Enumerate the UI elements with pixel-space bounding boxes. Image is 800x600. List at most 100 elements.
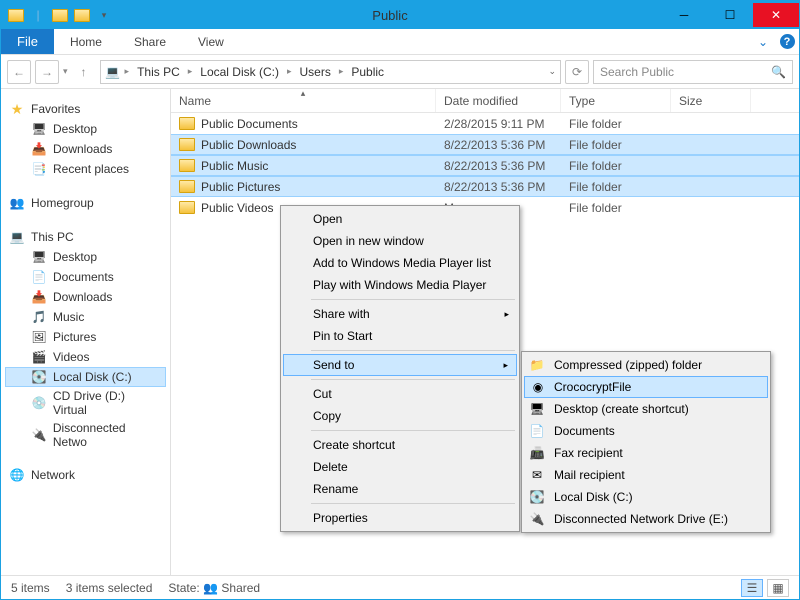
- menu-item-icon: 📁: [528, 356, 546, 374]
- help-button[interactable]: ?: [775, 29, 799, 54]
- sidebar-thispc[interactable]: 💻This PC: [5, 227, 166, 247]
- menu-separator: [311, 350, 515, 351]
- sidebar-item-downloads2[interactable]: 📥Downloads: [5, 287, 166, 307]
- menu-item[interactable]: 🔌Disconnected Network Drive (E:): [524, 508, 768, 530]
- qat-dropdown-icon[interactable]: ▾: [95, 6, 113, 24]
- menu-separator: [311, 299, 515, 300]
- back-button[interactable]: ←: [7, 60, 31, 84]
- menu-item[interactable]: Create shortcut: [283, 434, 517, 456]
- share-tab[interactable]: Share: [118, 29, 182, 54]
- sidebar-item-desktop2[interactable]: 🖥Desktop: [5, 247, 166, 267]
- address-dropdown-icon[interactable]: ⌄: [548, 66, 556, 77]
- menu-item[interactable]: Copy: [283, 405, 517, 427]
- menu-item-label: Disconnected Network Drive (E:): [554, 512, 728, 526]
- col-type[interactable]: Type: [561, 89, 671, 112]
- icons-view-button[interactable]: ▦: [767, 579, 789, 597]
- sidebar-item-documents[interactable]: 📄Documents: [5, 267, 166, 287]
- menu-item[interactable]: Play with Windows Media Player: [283, 274, 517, 296]
- menu-item[interactable]: Open in new window: [283, 230, 517, 252]
- menu-item[interactable]: ✉Mail recipient: [524, 464, 768, 486]
- menu-item[interactable]: 📁 Compressed (zipped) folder: [524, 354, 768, 376]
- sidebar-item-downloads[interactable]: 📥Downloads: [5, 139, 166, 159]
- desktop-icon: 🖥: [31, 249, 47, 265]
- sidebar-item-music[interactable]: 🎵Music: [5, 307, 166, 327]
- close-button[interactable]: ✕: [753, 3, 799, 27]
- table-row[interactable]: Public Pictures8/22/2013 5:36 PMFile fol…: [171, 176, 799, 197]
- refresh-button[interactable]: ⟳: [565, 60, 589, 84]
- menu-item[interactable]: Delete: [283, 456, 517, 478]
- history-dropdown-icon[interactable]: ▾: [63, 66, 68, 77]
- chevron-right-icon[interactable]: ▸: [123, 66, 132, 77]
- sidebar-item-cddrive[interactable]: 💿CD Drive (D:) Virtual: [5, 387, 166, 419]
- selected-count: 3 items selected: [66, 581, 153, 595]
- menu-item[interactable]: Properties: [283, 507, 517, 529]
- ribbon-expand-icon[interactable]: ⌄: [751, 29, 775, 54]
- sidebar-item-desktop[interactable]: 🖥Desktop: [5, 119, 166, 139]
- sidebar-item-disconnected[interactable]: 🔌Disconnected Netwo: [5, 419, 166, 451]
- sidebar-item-videos[interactable]: 🎬Videos: [5, 347, 166, 367]
- up-button[interactable]: ↑: [72, 60, 96, 84]
- forward-button[interactable]: →: [35, 60, 59, 84]
- menu-item[interactable]: 💽Local Disk (C:): [524, 486, 768, 508]
- menu-item-label: Mail recipient: [554, 468, 625, 482]
- chevron-right-icon[interactable]: ▸: [337, 66, 346, 77]
- table-row[interactable]: Public Documents2/28/2015 9:11 PMFile fo…: [171, 113, 799, 134]
- sidebar-network[interactable]: 🌐Network: [5, 465, 166, 485]
- file-type: File folder: [561, 201, 671, 215]
- view-tab[interactable]: View: [182, 29, 240, 54]
- breadcrumb-users[interactable]: Users: [296, 65, 335, 79]
- menu-item[interactable]: Pin to Start: [283, 325, 517, 347]
- titlebar[interactable]: | ▾ Public ─ ☐ ✕: [1, 1, 799, 29]
- folder-icon: [179, 158, 195, 174]
- menu-item[interactable]: 📠Fax recipient: [524, 442, 768, 464]
- downloads-icon: 📥: [31, 141, 47, 157]
- menu-separator: [311, 503, 515, 504]
- details-view-button[interactable]: ☰: [741, 579, 763, 597]
- star-icon: ★: [9, 101, 25, 117]
- file-tab[interactable]: File: [1, 29, 54, 54]
- breadcrumb-public[interactable]: Public: [347, 65, 388, 79]
- state-label: State: 👥 Shared: [168, 581, 260, 595]
- menu-item-label: Compressed (zipped) folder: [554, 358, 702, 372]
- menu-item[interactable]: 📄Documents: [524, 420, 768, 442]
- menu-item[interactable]: Share with▸: [283, 303, 517, 325]
- maximize-button[interactable]: ☐: [707, 3, 753, 27]
- menu-item[interactable]: 🖥Desktop (create shortcut): [524, 398, 768, 420]
- menu-item[interactable]: Send to▸: [283, 354, 517, 376]
- breadcrumb-thispc[interactable]: This PC: [133, 65, 184, 79]
- col-size[interactable]: Size: [671, 89, 751, 112]
- home-tab[interactable]: Home: [54, 29, 118, 54]
- col-date[interactable]: Date modified: [436, 89, 561, 112]
- folder-icon: [179, 200, 195, 216]
- menu-item[interactable]: Add to Windows Media Player list: [283, 252, 517, 274]
- menu-separator: [311, 430, 515, 431]
- sidebar-item-pictures[interactable]: 🖼Pictures: [5, 327, 166, 347]
- col-name[interactable]: ▴Name: [171, 89, 436, 112]
- videos-icon: 🎬: [31, 349, 47, 365]
- sidebar-favorites[interactable]: ★Favorites: [5, 99, 166, 119]
- search-icon: 🔍: [771, 65, 786, 79]
- search-input[interactable]: Search Public 🔍: [593, 60, 793, 84]
- pc-icon: 💻: [105, 64, 121, 80]
- table-row[interactable]: Public Music8/22/2013 5:36 PMFile folder: [171, 155, 799, 176]
- sidebar-item-recent[interactable]: 📑Recent places: [5, 159, 166, 179]
- chevron-right-icon[interactable]: ▸: [186, 66, 195, 77]
- menu-item[interactable]: Cut: [283, 383, 517, 405]
- table-row[interactable]: Public Downloads8/22/2013 5:36 PMFile fo…: [171, 134, 799, 155]
- menu-separator: [311, 379, 515, 380]
- sidebar-item-localdisk[interactable]: 💽Local Disk (C:): [5, 367, 166, 387]
- item-count: 5 items: [11, 581, 50, 595]
- new-folder-icon[interactable]: [73, 6, 91, 24]
- context-menu[interactable]: OpenOpen in new windowAdd to Windows Med…: [280, 205, 520, 532]
- sendto-submenu[interactable]: 📁 Compressed (zipped) folder ◉CrococryptFi…: [521, 351, 771, 533]
- menu-item[interactable]: ◉CrococryptFile: [524, 376, 768, 398]
- address-bar[interactable]: 💻 ▸ This PC ▸ Local Disk (C:) ▸ Users ▸ …: [100, 60, 561, 84]
- file-name: Public Documents: [201, 117, 298, 131]
- chevron-right-icon[interactable]: ▸: [285, 66, 294, 77]
- minimize-button[interactable]: ─: [661, 3, 707, 27]
- menu-item[interactable]: Rename: [283, 478, 517, 500]
- menu-item[interactable]: Open: [283, 208, 517, 230]
- sidebar-homegroup[interactable]: 👥Homegroup: [5, 193, 166, 213]
- properties-icon[interactable]: [51, 6, 69, 24]
- breadcrumb-disk[interactable]: Local Disk (C:): [196, 65, 283, 79]
